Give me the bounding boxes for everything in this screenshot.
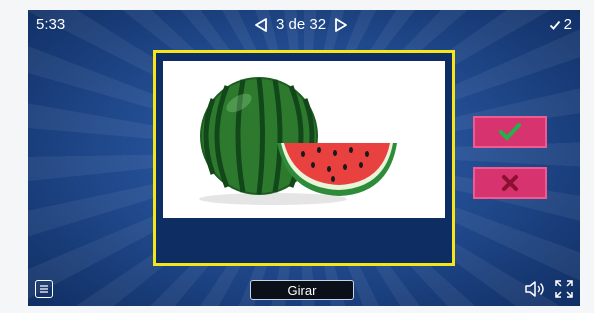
wrong-answer-button[interactable] [473,167,547,199]
card-navigation: 3 de 32 [254,16,348,33]
flashcard[interactable] [153,50,455,266]
flashcard-game-stage: 5:33 3 de 32 2 Girar [28,10,580,306]
bottom-bar: Girar [28,276,580,306]
correct-answer-button[interactable] [473,116,547,148]
menu-icon [40,285,48,293]
checkmark-icon [549,20,560,30]
flip-card-button[interactable]: Girar [250,280,354,300]
timer: 5:33 [36,16,66,33]
watermelon-image [163,61,445,218]
cross-icon [502,175,518,191]
previous-card-button[interactable] [254,17,268,33]
menu-button[interactable] [35,280,53,298]
top-bar: 5:33 3 de 32 2 [28,10,580,40]
speaker-icon[interactable] [524,280,546,298]
card-position: 3 de 32 [276,16,327,33]
score: 2 [549,16,572,33]
score-count: 2 [563,16,572,33]
fullscreen-icon[interactable] [554,279,574,299]
next-card-button[interactable] [334,17,348,33]
checkmark-icon [499,123,521,141]
